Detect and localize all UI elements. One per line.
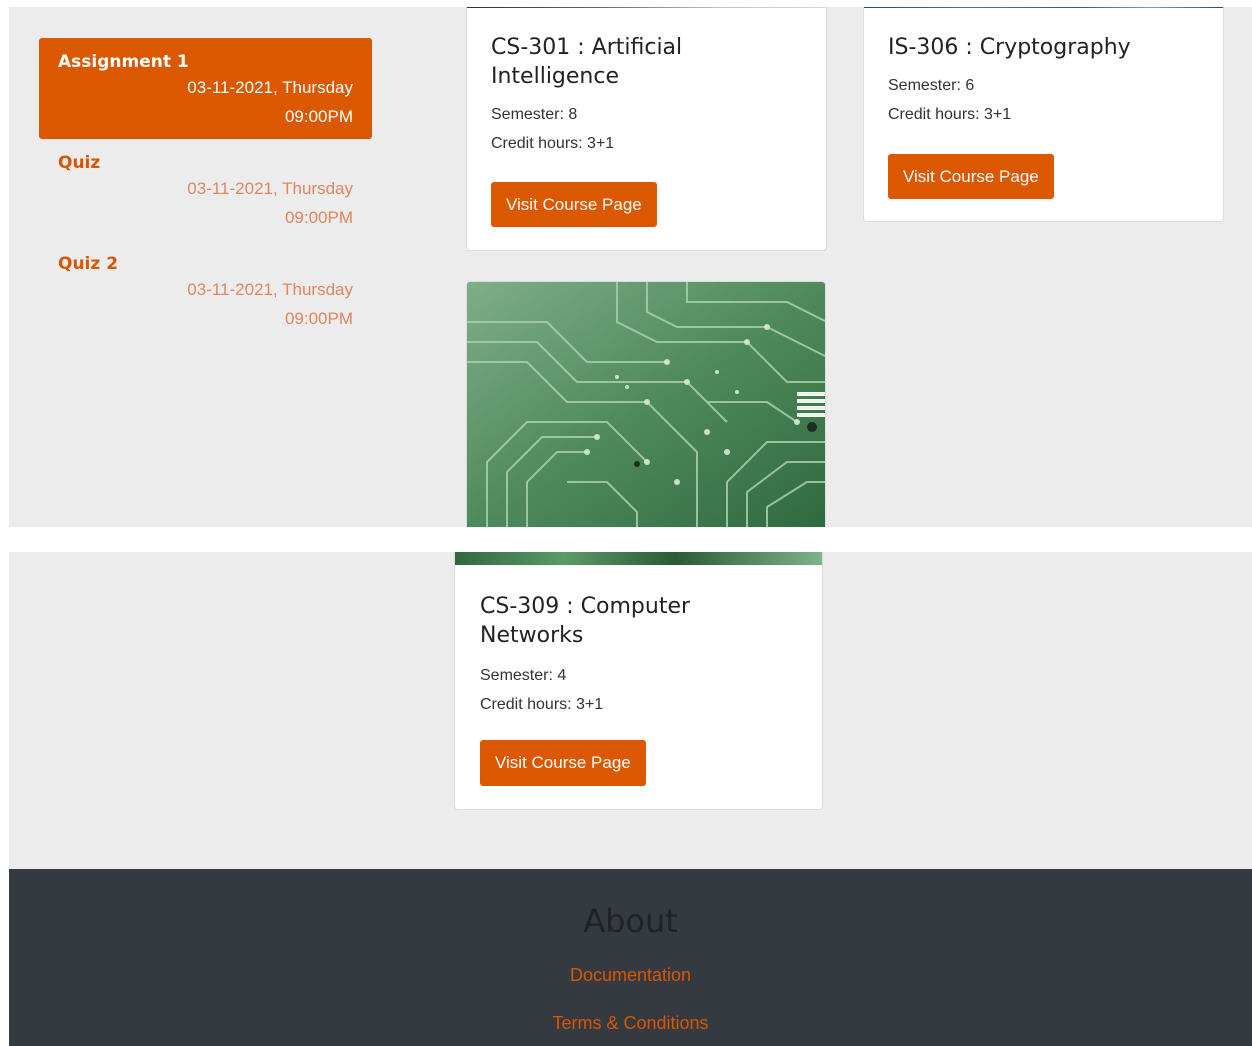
upcoming-item-time: 09:00PM (284, 208, 353, 227)
course-semester: Semester: 6 (888, 77, 975, 94)
upcoming-item-title: Assignment 1 (58, 52, 189, 72)
course-image-strip (455, 552, 822, 565)
upcoming-item-date: 03-11-2021, Thursday (187, 179, 353, 198)
course-image-strip (467, 7, 826, 8)
upcoming-item-time: 09:00PM (284, 107, 353, 126)
upcoming-item-quiz[interactable]: Quiz 03-11-2021, Thursday 09:00PM (39, 139, 372, 240)
course-card-cs301: CS-301 : Artificial Intelligence Semeste… (466, 7, 827, 251)
upcoming-item-date: 03-11-2021, Thursday (187, 78, 353, 97)
course-semester: Semester: 8 (491, 106, 578, 123)
course-title: CS-309 : Computer Networks (480, 594, 691, 648)
course-semester: Semester: 4 (480, 667, 567, 684)
footer-link-terms[interactable]: Terms & Conditions (9, 1013, 1252, 1034)
upcoming-item-title: Quiz 2 (58, 254, 119, 274)
upper-viewport: Assignment 1 03-11-2021, Thursday 09:00P… (9, 7, 1252, 527)
footer-title: About (583, 902, 678, 940)
course-card-is306: IS-306 : Cryptography Semester: 6 Credit… (863, 7, 1224, 222)
upcoming-item-date: 03-11-2021, Thursday (187, 280, 353, 299)
course-credit-hours: Credit hours: 3+1 (480, 696, 604, 713)
upcoming-item-assignment-1[interactable]: Assignment 1 03-11-2021, Thursday 09:00P… (39, 38, 372, 139)
course-title: CS-301 : Artificial Intelligence (491, 35, 683, 89)
visit-course-page-button[interactable]: Visit Course Page (491, 182, 657, 227)
upcoming-item-title: Quiz (58, 153, 101, 173)
course-card-cs309: CS-309 : Computer Networks Semester: 4 C… (454, 552, 823, 810)
course-credit-hours: Credit hours: 3+1 (491, 135, 615, 152)
visit-course-page-button[interactable]: Visit Course Page (888, 154, 1054, 199)
course-credit-hours: Credit hours: 3+1 (888, 106, 1012, 123)
footer: About Documentation Terms & Conditions (9, 869, 1252, 1046)
circuit-board-image (467, 282, 825, 527)
upcoming-item-time: 09:00PM (284, 309, 353, 328)
footer-link-documentation[interactable]: Documentation (9, 965, 1252, 986)
visit-course-page-button[interactable]: Visit Course Page (480, 740, 646, 786)
course-card-image (466, 281, 826, 527)
course-image-strip (864, 7, 1223, 8)
upcoming-item-quiz-2[interactable]: Quiz 2 03-11-2021, Thursday 09:00PM (39, 240, 372, 341)
upcoming-list: Assignment 1 03-11-2021, Thursday 09:00P… (39, 38, 372, 341)
course-title: IS-306 : Cryptography (888, 35, 1131, 60)
lower-viewport: CS-309 : Computer Networks Semester: 4 C… (9, 552, 1252, 1046)
